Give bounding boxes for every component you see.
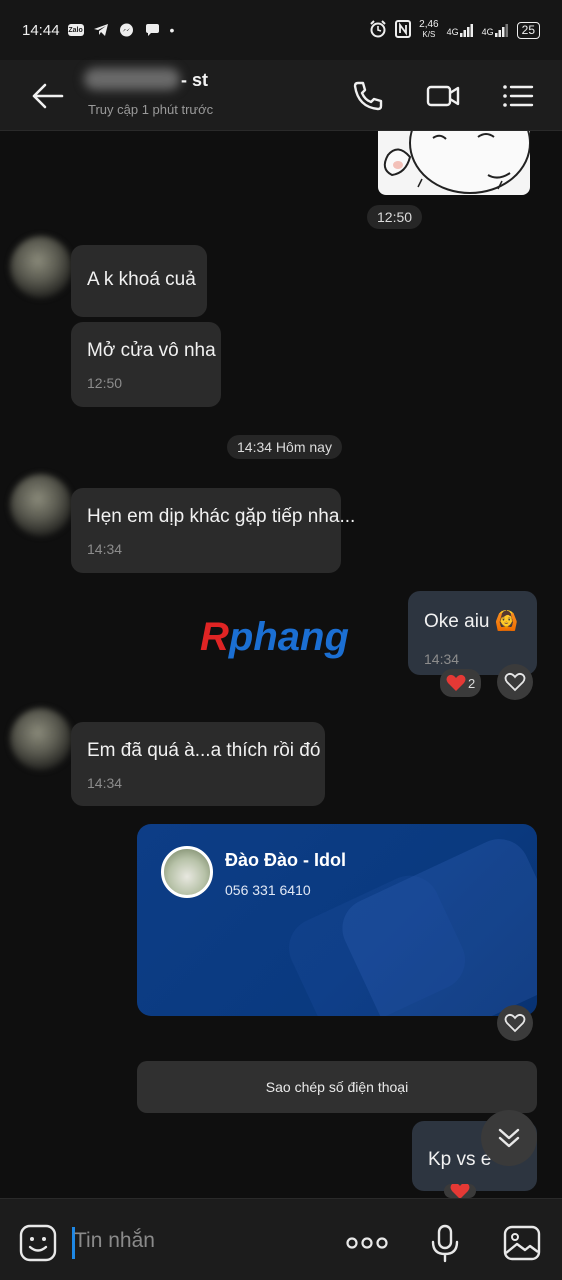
net-speed-value: 2,46 — [419, 19, 439, 30]
cat-sticker-icon — [383, 131, 530, 194]
back-button[interactable] — [30, 80, 70, 112]
chat-header: - st Truy cập 1 phút trước — [0, 60, 562, 131]
contact-avatar[interactable] — [161, 846, 213, 898]
reaction-summary[interactable]: 2 — [440, 669, 482, 697]
message-time: 14:34 — [87, 541, 123, 557]
battery-indicator: 25 — [516, 21, 540, 39]
reaction-count: 2 — [468, 675, 476, 691]
list-menu-icon — [503, 85, 534, 107]
message-time: 14:34 — [424, 651, 460, 667]
menu-button[interactable] — [500, 78, 536, 114]
gallery-button[interactable] — [502, 1223, 542, 1263]
more-options-button[interactable] — [345, 1227, 388, 1267]
message-time: 14:34 — [87, 775, 123, 791]
message-text: Kp vs e — [428, 1149, 492, 1170]
voice-call-button[interactable] — [350, 78, 386, 114]
copy-phone-button[interactable]: Sao chép số điện thoại — [137, 1061, 537, 1113]
sticker-message[interactable] — [378, 131, 530, 195]
messenger-icon — [118, 23, 136, 37]
date-divider: 14:34 Hôm nay — [227, 435, 342, 459]
contact-card-phone: 056 331 6410 — [225, 882, 311, 898]
person-gesturing-ok-emoji: 🙆 — [494, 611, 519, 632]
message-bubble[interactable]: A k khoá cuả — [71, 245, 207, 317]
message-bubble[interactable]: Em đã quá à...a thích rồi đó 14:34 — [71, 722, 325, 806]
telegram-icon — [92, 23, 110, 37]
last-seen-status: Truy cập 1 phút trước — [88, 102, 214, 117]
signal-2: 4G — [481, 23, 509, 37]
message-text: Oke aiu 🙆 — [424, 609, 518, 633]
message-text-content: Oke aiu — [424, 611, 490, 632]
message-input[interactable]: Tin nhắn — [74, 1229, 155, 1253]
message-text: Mở cửa vô nha — [87, 340, 216, 361]
message-time: 12:50 — [87, 375, 123, 391]
reaction-summary[interactable] — [444, 1184, 476, 1198]
sticker-smile-icon — [19, 1224, 57, 1262]
phone-icon — [353, 81, 383, 111]
message-bubble[interactable]: Hẹn em dịp khác gặp tiếp nha... 14:34 — [71, 488, 355, 573]
contact-card-name: Đào Đào - Idol — [225, 850, 346, 870]
voice-record-button[interactable] — [428, 1223, 468, 1263]
heart-icon — [450, 1184, 470, 1198]
timestamp-pill: 12:50 — [367, 205, 423, 229]
arrow-left-icon — [32, 83, 64, 109]
sender-avatar[interactable] — [10, 708, 72, 770]
net-speed: 2,46 K/S — [419, 20, 438, 40]
signal-2-label: 4G — [481, 26, 494, 37]
clock: 14:44 — [22, 21, 60, 39]
message-text: Em đã quá à...a thích rồi đó — [87, 740, 321, 761]
more-notifications-dot: • — [169, 22, 175, 38]
video-camera-icon — [426, 85, 460, 107]
watermark-logo: Rphang — [200, 615, 349, 660]
heart-icon — [446, 674, 466, 691]
alarm-icon — [369, 19, 387, 41]
message-bubble[interactable]: Mở cửa vô nha 12:50 — [71, 322, 221, 407]
heart-outline-icon — [504, 1013, 526, 1033]
message-list[interactable]: 12:50 A k khoá cuả Mở cửa vô nha 12:50 1… — [0, 131, 562, 1198]
scroll-to-bottom-button[interactable] — [481, 1110, 537, 1166]
status-bar: 14:44 Zalo • 2,46 K/S 4G 4G 25 — [0, 0, 562, 60]
react-button[interactable] — [497, 664, 533, 700]
more-horizontal-icon — [346, 1237, 388, 1249]
contact-card-message[interactable]: Đào Đào - Idol 056 331 6410 — [137, 824, 537, 1016]
heart-outline-icon — [504, 672, 526, 692]
double-chevron-down-icon — [498, 1128, 520, 1148]
nfc-icon — [395, 19, 412, 41]
emoji-button[interactable] — [18, 1223, 58, 1263]
video-call-button[interactable] — [424, 78, 460, 114]
zalo-icon: Zalo — [67, 24, 84, 36]
microphone-icon — [431, 1224, 459, 1263]
sender-avatar[interactable] — [10, 236, 72, 298]
signal-1-label: 4G — [446, 26, 459, 37]
contact-name[interactable]: - st — [181, 70, 208, 91]
watermark-text: phang — [228, 615, 349, 659]
my-message-bubble[interactable]: Oke aiu 🙆 14:34 — [408, 591, 537, 675]
contact-name-redacted[interactable] — [84, 68, 180, 90]
signal-1: 4G — [446, 23, 474, 37]
message-input-bar: Tin nhắn — [0, 1198, 562, 1280]
chat-icon — [144, 23, 162, 37]
message-text: A k khoá cuả — [87, 269, 196, 290]
sender-avatar[interactable] — [10, 474, 72, 536]
net-speed-unit: K/S — [422, 30, 436, 39]
message-text: Hẹn em dịp khác gặp tiếp nha... — [87, 506, 356, 527]
react-button[interactable] — [497, 1005, 533, 1041]
image-icon — [503, 1225, 541, 1261]
watermark-first-letter: R — [200, 615, 229, 659]
